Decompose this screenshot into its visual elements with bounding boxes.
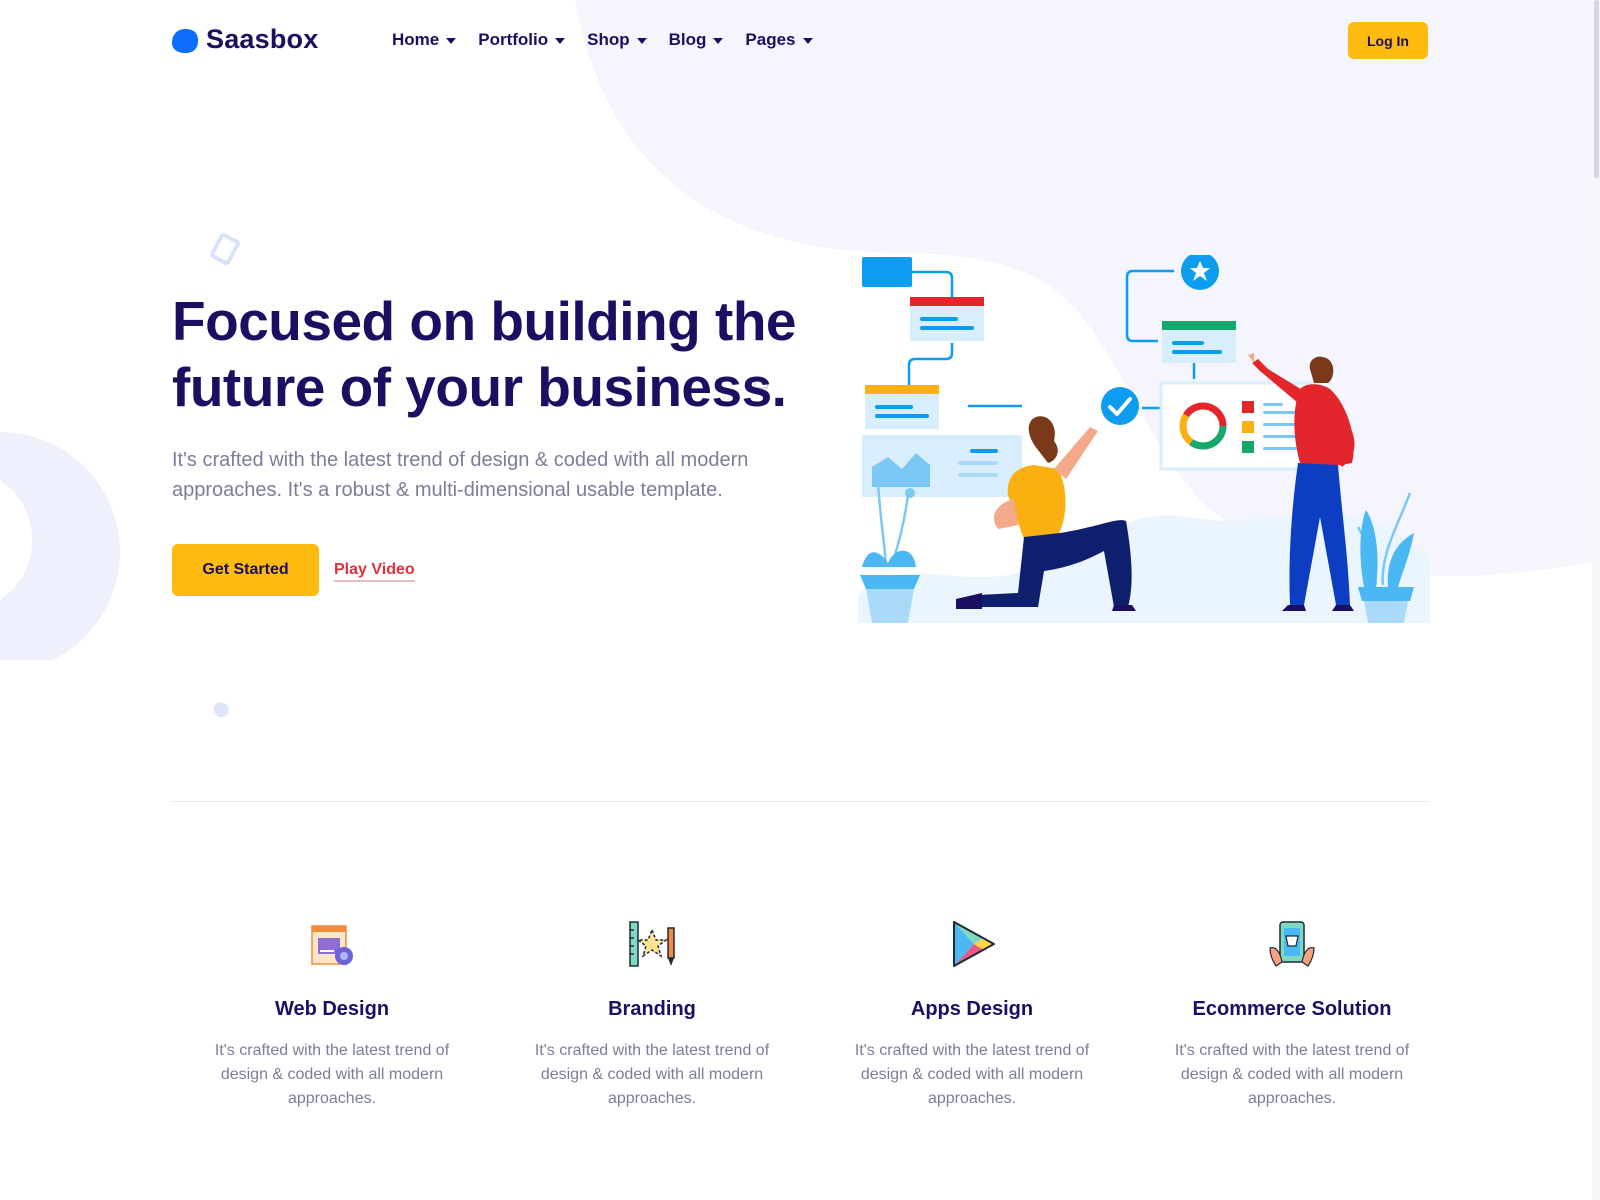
service-text: It's crafted with the latest trend of de… — [854, 1042, 1090, 1107]
service-card-branding: Branding It's crafted with the latest tr… — [492, 918, 812, 1111]
main-nav: Home Portfolio Shop Blog Pages — [392, 30, 813, 50]
nav-label: Blog — [668, 30, 707, 49]
services-section: Web Design It's crafted with the latest … — [172, 918, 1452, 1111]
service-title: Web Design — [274, 998, 390, 1020]
service-title: Apps Design — [910, 998, 1034, 1020]
login-button[interactable]: Log In — [1348, 22, 1428, 59]
nav-label: Portfolio — [478, 30, 549, 49]
nav-item-portfolio[interactable]: Portfolio — [478, 30, 566, 50]
service-title: Branding — [608, 998, 696, 1020]
play-video-link[interactable]: Play Video — [334, 561, 415, 582]
service-text: It's crafted with the latest trend of de… — [214, 1042, 450, 1107]
section-divider — [172, 801, 1429, 802]
chevron-down-icon — [555, 38, 566, 44]
service-title: Ecommerce Solution — [1192, 998, 1392, 1020]
brand-name: Saasbox — [206, 24, 319, 54]
small-dot-decoration — [213, 702, 229, 718]
ecommerce-icon — [1269, 921, 1315, 967]
nav-label: Pages — [745, 30, 796, 49]
web-design-icon — [311, 925, 353, 965]
hero-illustration — [858, 255, 1430, 623]
service-card-ecommerce: Ecommerce Solution It's crafted with the… — [1132, 918, 1452, 1111]
chevron-down-icon — [446, 38, 457, 44]
chevron-down-icon — [802, 38, 813, 44]
site-header: Saasbox Home Portfolio Shop Blog Pages L… — [0, 0, 1600, 80]
diamond-outline-decoration — [210, 232, 240, 266]
service-card-web-design: Web Design It's crafted with the latest … — [172, 918, 492, 1111]
apps-design-icon — [953, 921, 995, 967]
nav-label: Home — [392, 30, 440, 49]
nav-label: Shop — [587, 30, 630, 49]
hero-subtitle: It's crafted with the latest trend of de… — [172, 449, 749, 501]
nav-item-blog[interactable]: Blog — [669, 30, 724, 50]
nav-item-shop[interactable]: Shop — [587, 30, 647, 50]
page-scrollbar[interactable] — [1592, 0, 1600, 1200]
service-text: It's crafted with the latest trend of de… — [1174, 1042, 1410, 1107]
brand-logo[interactable]: Saasbox — [172, 24, 318, 55]
get-started-button[interactable]: Get Started — [172, 544, 319, 596]
service-text: It's crafted with the latest trend of de… — [534, 1042, 770, 1107]
service-card-apps-design: Apps Design It's crafted with the latest… — [812, 918, 1132, 1111]
logo-mark-icon — [172, 28, 198, 53]
chevron-down-icon — [713, 38, 724, 44]
nav-item-pages[interactable]: Pages — [745, 30, 813, 50]
nav-item-home[interactable]: Home — [392, 30, 457, 50]
branding-icon — [629, 921, 675, 967]
hero-title: Focused on building the future of your b… — [172, 290, 797, 418]
chevron-down-icon — [636, 38, 647, 44]
